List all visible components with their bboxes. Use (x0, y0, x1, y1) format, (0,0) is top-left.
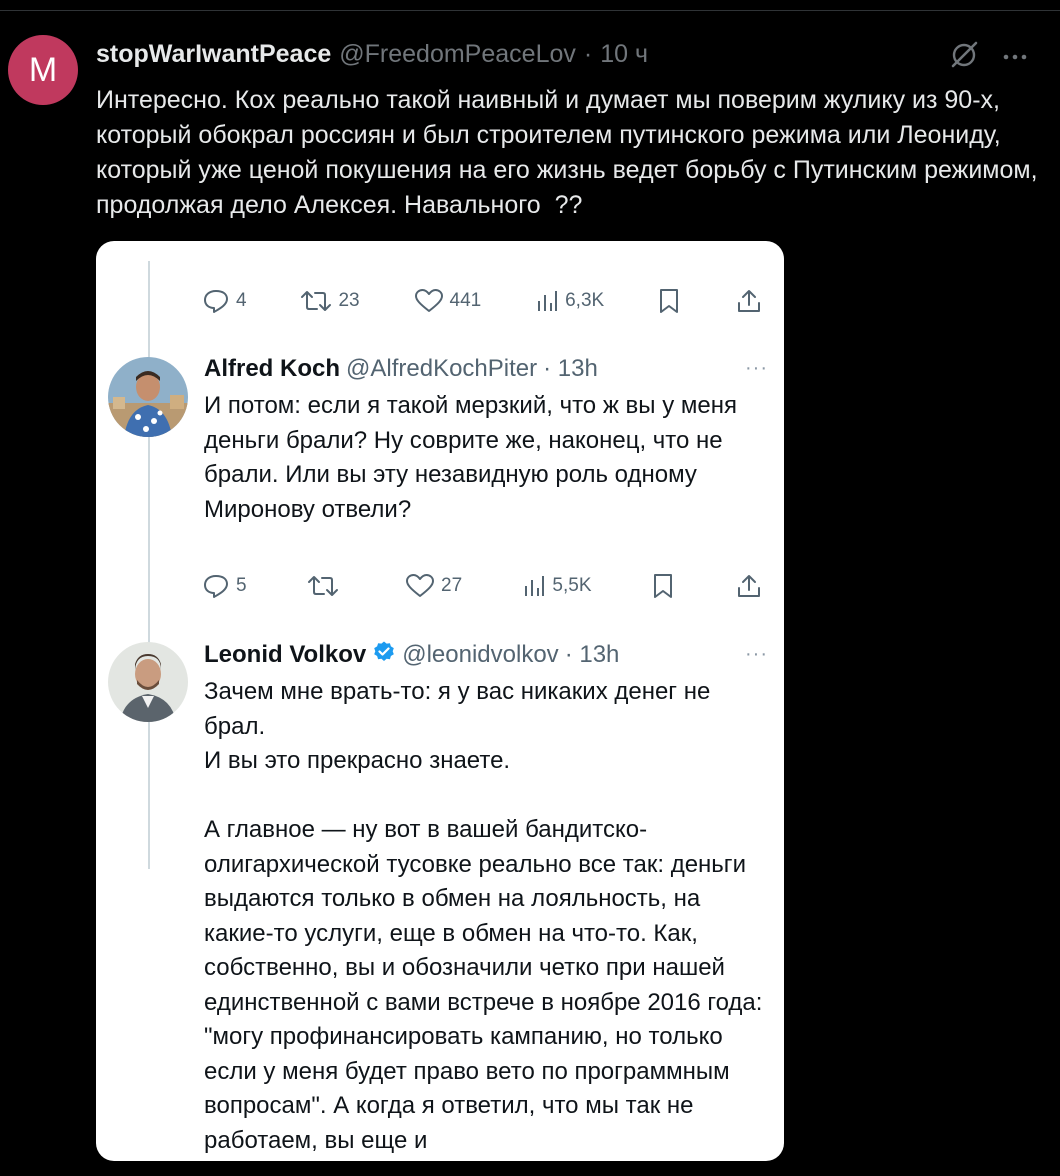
avatar[interactable]: M (8, 35, 78, 105)
post-text: Интересно. Кох реально такой наивный и д… (96, 86, 1045, 219)
tweet2-author-handle[interactable]: @leonidvolkov (402, 641, 558, 669)
more-icon[interactable] (1002, 49, 1028, 67)
retweet-action[interactable] (307, 573, 345, 599)
tweet1-text: И потом: если я такой мерзкий, что ж вы … (204, 392, 744, 523)
bookmark-icon (660, 289, 679, 313)
reply-count: 4 (236, 290, 247, 311)
tweet1-author-handle[interactable]: @AlfredKochPiter (346, 355, 537, 383)
avatar-letter: M (28, 50, 58, 89)
post-time[interactable]: 10 ч (600, 40, 648, 69)
like-count: 27 (441, 575, 463, 596)
tweet1-author-name[interactable]: Alfred Koch (204, 355, 340, 383)
views-icon (538, 291, 558, 311)
retweet-count: 23 (338, 290, 360, 311)
reply-action[interactable]: 5 (202, 573, 247, 599)
heart-icon (406, 574, 435, 597)
top-action-bar: 4 23 441 6,3K (202, 283, 762, 319)
like-count: 441 (449, 290, 482, 311)
bookmark-action[interactable] (652, 573, 676, 599)
alfred-koch-avatar[interactable] (108, 357, 188, 437)
reply-icon (204, 575, 228, 598)
tweet1-action-bar: 5 27 5,5K (202, 568, 762, 604)
reply-count: 5 (236, 575, 247, 596)
heart-icon (414, 289, 443, 312)
reply-icon (204, 290, 228, 313)
share-icon (737, 575, 760, 597)
tweet2-header: Leonid Volkov @leonidvolkov · 13h (204, 640, 619, 670)
reply-action[interactable]: 4 (202, 288, 247, 314)
tweet2-time[interactable]: · 13h (565, 641, 620, 669)
author-handle[interactable]: @FreedomPeaceLov (339, 40, 576, 69)
bookmark-icon (653, 574, 672, 598)
author-name[interactable]: stopWarIwantPeace (96, 40, 331, 69)
tweet2-author-name[interactable]: Leonid Volkov (204, 641, 366, 669)
leonid-volkov-avatar[interactable] (108, 642, 188, 722)
tweet2-more-icon[interactable]: ··· (745, 643, 768, 666)
tweet1-time[interactable]: · 13h (543, 355, 598, 383)
verified-badge-icon (372, 640, 396, 671)
views-icon (525, 576, 545, 596)
views-action[interactable]: 5,5K (522, 574, 592, 598)
header-icons (948, 39, 1028, 76)
like-action[interactable]: 27 (405, 573, 462, 599)
grok-slash-icon[interactable] (948, 39, 980, 76)
tweet2-text: Зачем мне врать-то: я у вас никаких дене… (204, 678, 763, 1154)
thread-line (148, 261, 150, 869)
tweet1-header: Alfred Koch @AlfredKochPiter · 13h (204, 354, 598, 384)
post[interactable]: M stopWarIwantPeace @FreedomPeaceLov · 1… (0, 11, 1060, 1176)
post-header: stopWarIwantPeace @FreedomPeaceLov · 10 … (96, 37, 648, 71)
separator: · (583, 39, 593, 68)
like-action[interactable]: 441 (414, 288, 482, 314)
retweet-action[interactable]: 23 (300, 288, 360, 314)
retweet-icon (301, 291, 332, 311)
views-count: 6,3K (565, 290, 605, 311)
bookmark-action[interactable] (658, 288, 682, 314)
share-action[interactable] (736, 288, 762, 314)
attached-screenshot[interactable]: 4 23 441 6,3K Alfred Koch @AlfredKochPit… (96, 241, 784, 1161)
share-icon (737, 290, 760, 312)
views-action[interactable]: 6,3K (535, 289, 604, 313)
retweet-icon (307, 576, 338, 596)
share-action[interactable] (736, 573, 762, 599)
tweet1-more-icon[interactable]: ··· (745, 357, 768, 380)
views-count: 5,5K (552, 575, 592, 596)
